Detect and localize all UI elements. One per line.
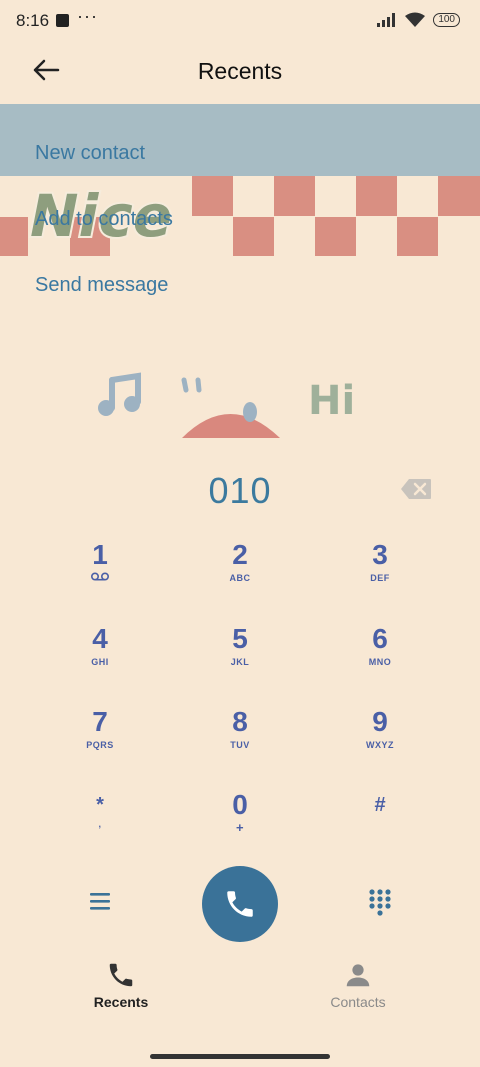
key-hash[interactable]: # <box>300 780 460 860</box>
key-9[interactable]: 9 WXYZ <box>300 697 460 777</box>
key-8[interactable]: 8 TUV <box>160 697 320 777</box>
tab-recents[interactable]: Recents <box>41 960 201 1010</box>
voicemail-icon <box>91 572 109 581</box>
phone-icon <box>227 891 253 917</box>
signal-icon <box>377 13 396 27</box>
key-3[interactable]: 3 DEF <box>300 530 460 610</box>
notification-icon <box>56 14 69 27</box>
home-indicator[interactable] <box>150 1054 330 1059</box>
status-bar: 8:16 ··· 100 <box>0 0 480 44</box>
key-star[interactable]: * , <box>20 780 180 860</box>
key-1[interactable]: 1 <box>20 530 180 610</box>
new-contact-option[interactable]: New contact <box>35 138 173 204</box>
send-message-option[interactable]: Send message <box>35 270 173 336</box>
wifi-icon <box>405 12 426 27</box>
battery-indicator: 100 <box>433 13 460 27</box>
key-6[interactable]: 6 MNO <box>300 614 460 694</box>
key-0[interactable]: 0 + <box>160 780 320 860</box>
app-header: Recents <box>0 44 480 100</box>
key-4[interactable]: 4 GHI <box>20 614 180 694</box>
number-actions-menu: New contact Add to contacts Send message <box>35 138 173 336</box>
tab-contacts[interactable]: Contacts <box>278 960 438 1010</box>
person-icon <box>346 964 370 987</box>
dialpad-icon[interactable] <box>368 888 392 916</box>
phone-icon <box>109 963 133 987</box>
theme-doodles: Hi <box>98 372 355 438</box>
bottom-tab-bar: Recents Contacts <box>0 960 480 1020</box>
hi-lettering: Hi <box>308 378 355 424</box>
status-icons: 100 <box>377 12 460 28</box>
tab-contacts-label: Contacts <box>330 994 386 1010</box>
backspace-icon[interactable] <box>400 478 432 500</box>
key-5[interactable]: 5 JKL <box>160 614 320 694</box>
menu-icon[interactable] <box>88 890 112 912</box>
key-2[interactable]: 2 ABC <box>160 530 320 610</box>
add-to-contacts-option[interactable]: Add to contacts <box>35 204 173 270</box>
key-7[interactable]: 7 PQRS <box>20 697 180 777</box>
status-time: 8:16 <box>16 11 50 30</box>
call-button[interactable] <box>202 866 278 942</box>
music-note-icon <box>98 372 141 416</box>
dialer-actions <box>0 866 480 942</box>
tab-recents-label: Recents <box>93 994 149 1010</box>
more-notifications: ··· <box>77 6 98 26</box>
page-title: Recents <box>197 58 283 84</box>
